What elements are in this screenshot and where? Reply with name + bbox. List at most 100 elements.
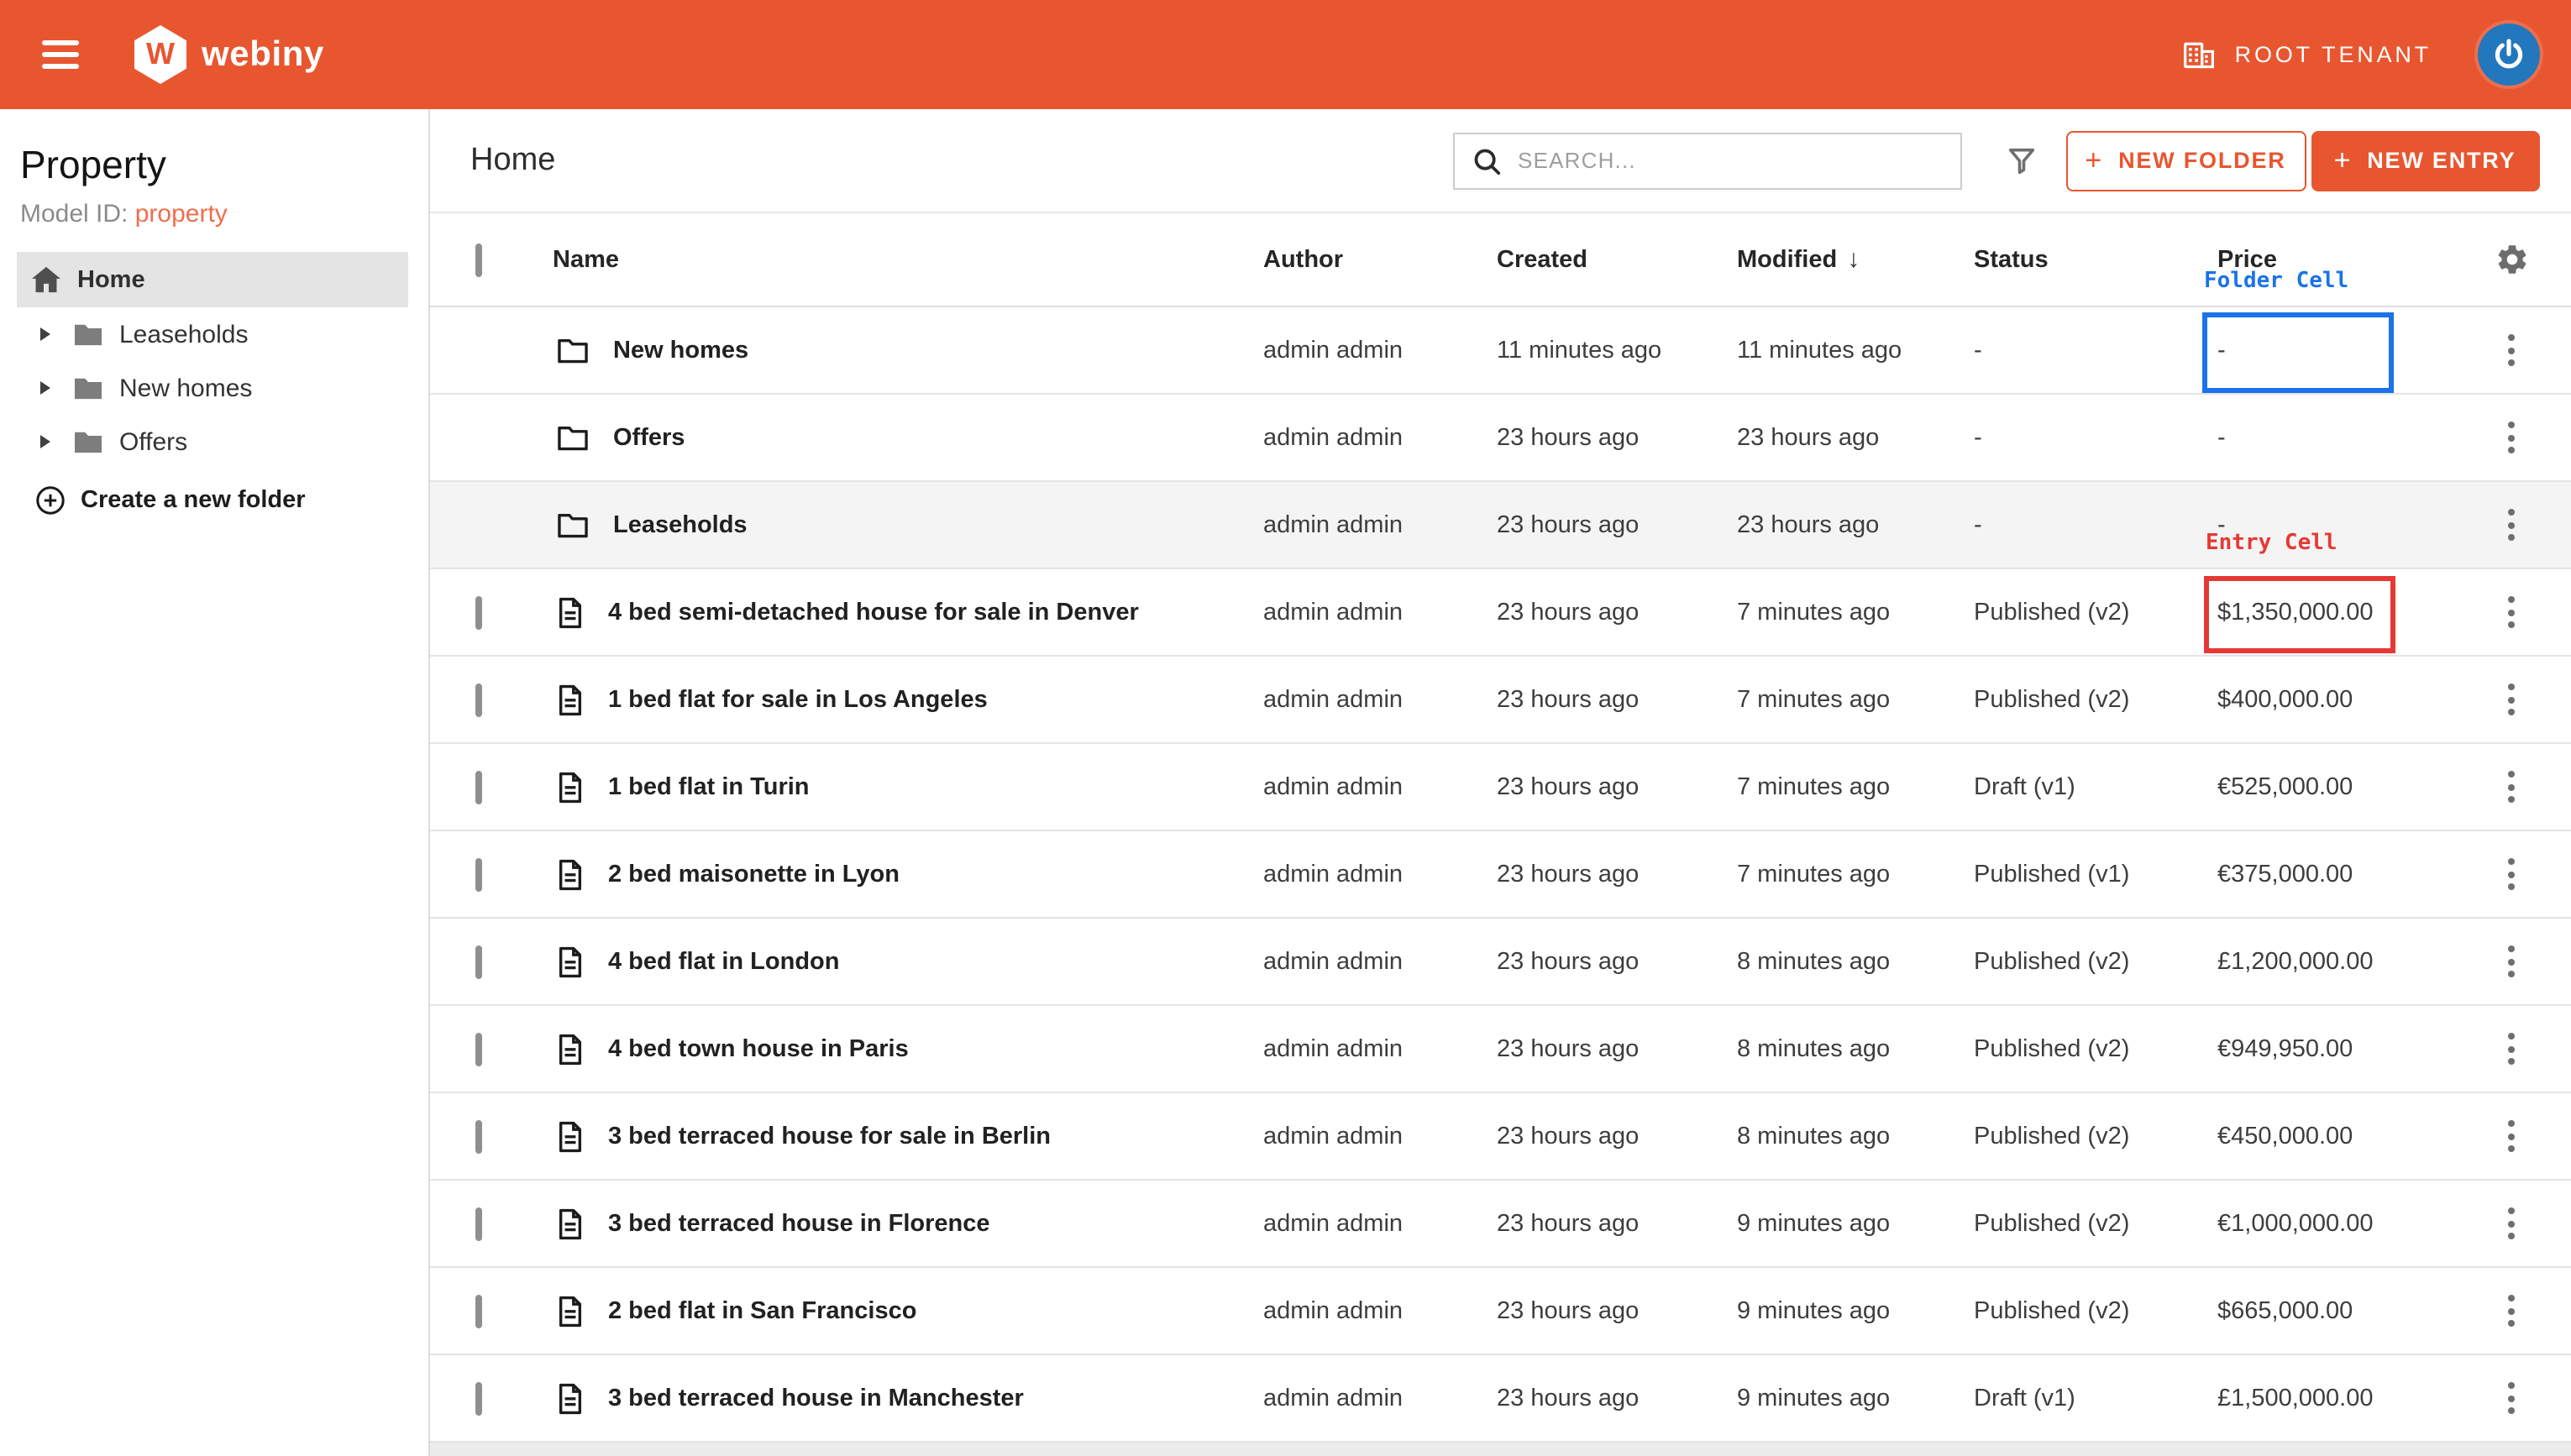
row-actions-menu[interactable] bbox=[2495, 939, 2529, 984]
new-entry-button[interactable]: + NEW ENTRY bbox=[2311, 130, 2539, 191]
row-actions-menu[interactable] bbox=[2495, 1026, 2529, 1071]
folder-icon bbox=[553, 423, 590, 452]
sidebar-folder-offers[interactable]: Offers bbox=[0, 415, 428, 469]
folder-icon bbox=[553, 336, 590, 364]
search-input[interactable] bbox=[1514, 146, 1943, 175]
table-row[interactable]: 4 bed semi-detached house for sale in De… bbox=[430, 569, 2571, 657]
column-header-modified[interactable]: Modified↓ bbox=[1737, 245, 1974, 274]
table-row[interactable]: Leaseholds admin admin 23 hours ago 23 h… bbox=[430, 482, 2571, 569]
row-modified: 8 minutes ago bbox=[1737, 1035, 1974, 1062]
sidebar-folder-leaseholds[interactable]: Leaseholds bbox=[0, 307, 428, 361]
row-actions-menu[interactable] bbox=[2495, 764, 2529, 809]
row-created: 23 hours ago bbox=[1497, 773, 1737, 800]
row-actions-menu[interactable] bbox=[2495, 677, 2529, 722]
row-actions-menu[interactable] bbox=[2495, 502, 2529, 547]
tenant-selector[interactable]: ROOT TENANT bbox=[2183, 39, 2432, 71]
hamburger-menu-icon[interactable] bbox=[42, 40, 79, 69]
row-author: admin admin bbox=[1263, 511, 1497, 538]
table-row[interactable]: 2 bed maisonette in Lyon admin admin 23 … bbox=[430, 831, 2571, 919]
table-row[interactable]: 4 bed town house in Paris admin admin 23… bbox=[430, 1006, 2571, 1093]
row-checkbox[interactable] bbox=[475, 683, 482, 716]
new-folder-button[interactable]: + NEW FOLDER bbox=[2065, 130, 2306, 191]
row-name: 2 bed flat in San Francisco bbox=[608, 1297, 916, 1324]
table-row[interactable]: New homes admin admin 11 minutes ago 11 … bbox=[430, 307, 2571, 395]
row-modified: 8 minutes ago bbox=[1737, 948, 1974, 975]
select-all-checkbox[interactable] bbox=[475, 243, 482, 276]
row-created: 23 hours ago bbox=[1497, 1123, 1737, 1150]
row-actions-menu[interactable] bbox=[2495, 1201, 2529, 1246]
create-new-folder-button[interactable]: Create a new folder bbox=[0, 474, 428, 527]
row-status: Published (v1) bbox=[1974, 861, 2217, 888]
row-checkbox[interactable] bbox=[475, 1119, 482, 1153]
row-actions-menu[interactable] bbox=[2495, 327, 2529, 373]
table-row[interactable]: 1 bed flat in Turin admin admin 23 hours… bbox=[430, 744, 2571, 831]
column-header-created[interactable]: Created bbox=[1497, 246, 1737, 273]
row-checkbox[interactable] bbox=[475, 945, 482, 978]
table-row[interactable]: 3 bed terraced house for sale in Berlin … bbox=[430, 1093, 2571, 1181]
chevron-right-icon[interactable] bbox=[40, 327, 50, 341]
model-id-value: property bbox=[135, 200, 228, 228]
table-row[interactable]: 1 bed flat for sale in Los Angeles admin… bbox=[430, 657, 2571, 744]
home-icon bbox=[30, 265, 62, 294]
document-icon bbox=[556, 595, 585, 629]
row-price: €949,950.00 bbox=[2217, 1035, 2453, 1062]
document-icon bbox=[556, 683, 585, 716]
column-header-price[interactable]: Price bbox=[2217, 246, 2453, 273]
column-header-status[interactable]: Status bbox=[1974, 246, 2217, 273]
document-icon bbox=[553, 1207, 585, 1240]
sidebar: Property Model ID: property Home Leaseho… bbox=[0, 109, 430, 1456]
row-author: admin admin bbox=[1263, 1123, 1497, 1150]
folder-icon bbox=[72, 428, 104, 455]
row-actions-menu[interactable] bbox=[2495, 589, 2529, 635]
row-created: 23 hours ago bbox=[1497, 686, 1737, 713]
table-row[interactable]: 3 bed terraced house in Manchester admin… bbox=[430, 1355, 2571, 1443]
bottom-strip bbox=[430, 1443, 2571, 1456]
table-settings-button[interactable] bbox=[2453, 242, 2571, 277]
folder-icon bbox=[553, 511, 590, 539]
document-icon bbox=[553, 1294, 585, 1328]
row-modified: 11 minutes ago bbox=[1737, 337, 1974, 364]
search-icon bbox=[1471, 145, 1501, 175]
row-actions-menu[interactable] bbox=[2495, 1113, 2529, 1159]
row-checkbox[interactable] bbox=[475, 857, 482, 891]
model-title: Property bbox=[20, 143, 428, 188]
chevron-right-icon[interactable] bbox=[40, 381, 50, 395]
row-actions-menu[interactable] bbox=[2495, 415, 2529, 460]
row-modified: 7 minutes ago bbox=[1737, 599, 1974, 626]
document-icon bbox=[556, 1381, 585, 1415]
column-header-name[interactable]: Name bbox=[553, 246, 1263, 273]
row-actions-menu[interactable] bbox=[2495, 1375, 2529, 1421]
table-row[interactable]: 3 bed terraced house in Florence admin a… bbox=[430, 1181, 2571, 1268]
row-name: New homes bbox=[613, 337, 748, 364]
row-checkbox[interactable] bbox=[475, 770, 482, 804]
sidebar-folder-new-homes[interactable]: New homes bbox=[0, 361, 428, 415]
sidebar-item-home[interactable]: Home bbox=[17, 252, 408, 307]
document-icon bbox=[556, 1207, 585, 1240]
row-actions-menu[interactable] bbox=[2495, 1288, 2529, 1333]
row-actions-menu[interactable] bbox=[2495, 851, 2529, 897]
row-checkbox[interactable] bbox=[475, 1207, 482, 1240]
table-row[interactable]: 2 bed flat in San Francisco admin admin … bbox=[430, 1268, 2571, 1355]
table-row[interactable]: 4 bed flat in London admin admin 23 hour… bbox=[430, 919, 2571, 1006]
row-author: admin admin bbox=[1263, 861, 1497, 888]
row-status: Published (v2) bbox=[1974, 1297, 2217, 1324]
document-icon bbox=[553, 945, 585, 978]
row-checkbox[interactable] bbox=[475, 1294, 482, 1328]
row-price: - bbox=[2217, 337, 2453, 364]
row-checkbox[interactable] bbox=[475, 1032, 482, 1066]
filter-icon[interactable] bbox=[2005, 144, 2037, 177]
model-id: Model ID: property bbox=[20, 200, 428, 228]
row-checkbox[interactable] bbox=[475, 595, 482, 629]
row-author: admin admin bbox=[1263, 424, 1497, 451]
row-name: 1 bed flat in Turin bbox=[608, 773, 810, 800]
row-created: 23 hours ago bbox=[1497, 1297, 1737, 1324]
row-name: 3 bed terraced house in Florence bbox=[608, 1210, 990, 1237]
user-avatar[interactable] bbox=[2477, 24, 2539, 86]
row-status: Draft (v1) bbox=[1974, 773, 2217, 800]
column-header-author[interactable]: Author bbox=[1263, 246, 1497, 273]
table-row[interactable]: Offers admin admin 23 hours ago 23 hours… bbox=[430, 395, 2571, 482]
row-checkbox[interactable] bbox=[475, 1381, 482, 1415]
row-author: admin admin bbox=[1263, 686, 1497, 713]
chevron-right-icon[interactable] bbox=[40, 435, 50, 448]
row-price: €375,000.00 bbox=[2217, 861, 2453, 888]
